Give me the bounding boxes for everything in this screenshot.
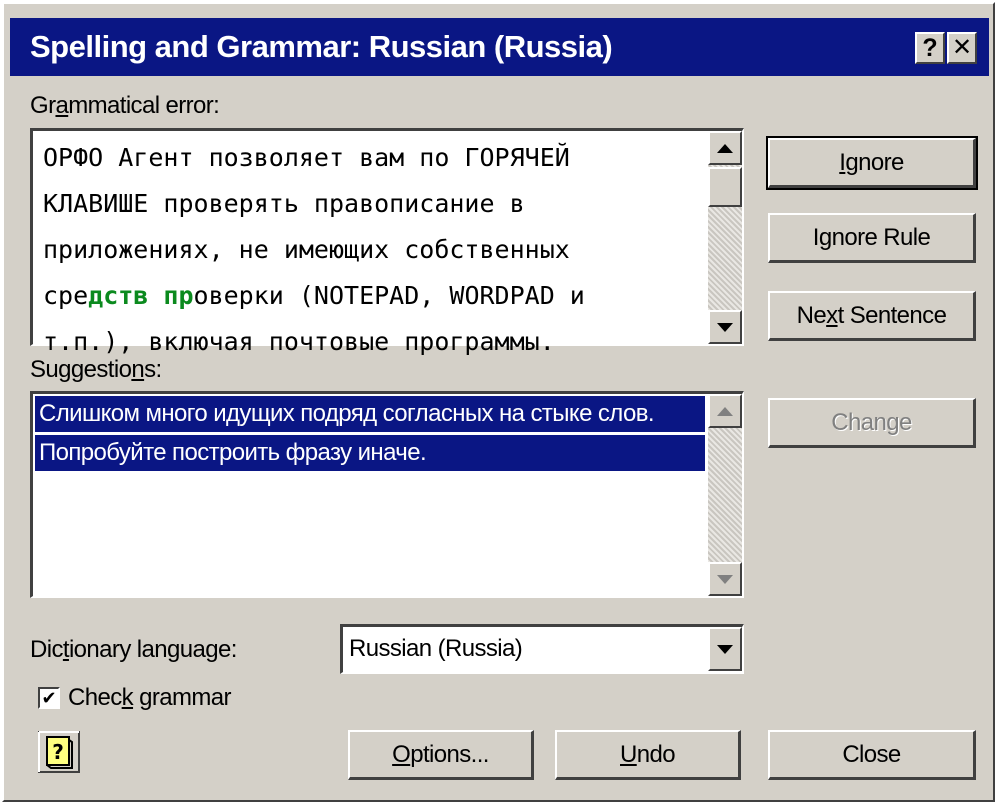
title-bar[interactable]: Spelling and Grammar: Russian (Russia) ?…	[10, 18, 989, 76]
help-book-icon: ?	[38, 731, 80, 773]
help-assistant-button[interactable]: ?	[38, 731, 80, 773]
arrow-down-icon	[717, 322, 733, 332]
dropdown-button[interactable]	[708, 627, 742, 671]
error-line: КЛАВИШЕ проверять правописание в	[43, 189, 525, 218]
error-highlight: дств пр	[88, 281, 194, 310]
error-line: ОРФО Агент позволяет вам по ГОРЯЧЕЙ	[43, 143, 570, 172]
options-button[interactable]: Options...	[348, 730, 534, 780]
scroll-down-button[interactable]	[708, 562, 742, 596]
grammatical-error-label: Grammatical error:	[30, 92, 220, 119]
scroll-thumb[interactable]	[708, 167, 742, 207]
dictionary-language-select[interactable]: Russian (Russia)	[340, 624, 744, 674]
error-line: средств проверки (NOTEPAD, WORDPAD и	[43, 281, 585, 310]
change-button[interactable]: Change	[768, 398, 976, 448]
suggestions-label: Suggestions:	[30, 356, 162, 383]
undo-button[interactable]: Undo	[555, 730, 741, 780]
suggestions-scrollbar[interactable]	[708, 394, 742, 596]
ignore-rule-button[interactable]: Ig nore Rule	[768, 213, 976, 263]
error-line: приложениях, не имеющих собственных	[43, 235, 570, 264]
spelling-grammar-dialog: Spelling and Grammar: Russian (Russia) ?…	[2, 2, 995, 802]
close-button[interactable]: Close	[768, 730, 976, 780]
arrow-up-icon	[717, 406, 733, 416]
suggestions-list[interactable]: Слишком много идущих подряд согласных на…	[30, 391, 744, 598]
check-grammar-checkbox[interactable]: ✔	[38, 687, 60, 709]
scroll-up-button[interactable]	[708, 394, 742, 428]
close-title-button[interactable]: ✕	[947, 32, 977, 64]
window-title: Spelling and Grammar: Russian (Russia)	[30, 29, 613, 64]
arrow-up-icon	[717, 143, 733, 153]
suggestion-item[interactable]: Попробуйте построить фразу иначе.	[35, 435, 705, 471]
dictionary-language-label: Dictionary language:	[30, 636, 237, 663]
dictionary-language-value: Russian (Russia)	[349, 635, 523, 662]
suggestion-item[interactable]: Слишком много идущих подряд согласных на…	[35, 396, 705, 432]
error-scrollbar[interactable]	[708, 131, 742, 344]
grammatical-error-textbox[interactable]: ОРФО Агент позволяет вам по ГОРЯЧЕЙ КЛАВ…	[30, 128, 744, 356]
scroll-up-button[interactable]	[708, 131, 742, 165]
next-sentence-button[interactable]: Ne x t Sentence	[768, 291, 976, 341]
check-grammar-label[interactable]: Check grammar	[68, 684, 232, 712]
error-text[interactable]: ОРФО Агент позволяет вам по ГОРЯЧЕЙ КЛАВ…	[43, 135, 708, 365]
scroll-down-button[interactable]	[708, 310, 742, 344]
arrow-down-icon	[717, 574, 733, 584]
chevron-down-icon	[717, 644, 733, 654]
svg-text:?: ?	[52, 740, 64, 764]
ignore-button[interactable]: Ignore	[766, 136, 978, 190]
help-title-button[interactable]: ?	[915, 32, 945, 64]
